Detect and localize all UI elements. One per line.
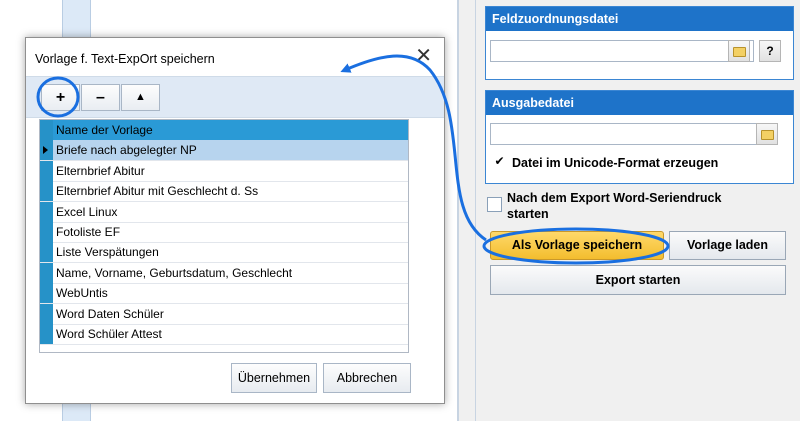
column-header-name: Name der Vorlage <box>56 123 153 137</box>
list-item-label: WebUntis <box>56 286 108 300</box>
list-item[interactable]: Liste Verspätungen <box>40 242 408 263</box>
list-item-label: Elternbrief Abitur <box>56 164 145 178</box>
row-marker <box>40 222 53 242</box>
panel-divider <box>475 0 476 421</box>
save-template-button[interactable]: Als Vorlage speichern <box>490 231 664 260</box>
mapping-file-title: Feldzuordnungsdatei <box>486 7 793 31</box>
folder-icon <box>760 130 774 140</box>
list-item[interactable]: Excel Linux <box>40 202 408 223</box>
row-pointer-icon <box>43 146 48 154</box>
add-template-button[interactable]: + <box>41 84 80 111</box>
unicode-checkbox[interactable]: ✔ <box>493 155 506 168</box>
apply-button[interactable]: Übernehmen <box>231 363 317 393</box>
template-list: Name der Vorlage Briefe nach abgelegter … <box>39 119 409 353</box>
word-merge-label-line1: Nach dem Export Word-Seriendruck <box>507 191 722 205</box>
output-browse-button[interactable] <box>756 123 778 145</box>
export-start-button[interactable]: Export starten <box>490 265 786 295</box>
row-marker <box>40 304 53 324</box>
row-marker <box>40 181 53 201</box>
row-marker <box>40 263 53 283</box>
row-marker <box>40 202 53 222</box>
list-item-label: Fotoliste EF <box>56 225 121 239</box>
load-template-button[interactable]: Vorlage laden <box>669 231 786 260</box>
list-item[interactable]: Name, Vorname, Geburtsdatum, Geschlecht <box>40 263 408 284</box>
list-item[interactable]: Word Daten Schüler <box>40 304 408 325</box>
save-template-dialog: Vorlage f. Text-ExpOrt speichern ✕ + – ▲… <box>25 37 445 404</box>
word-merge-label-line2: starten <box>507 207 549 221</box>
list-item-label: Excel Linux <box>56 205 118 219</box>
output-file-title: Ausgabedatei <box>486 91 793 115</box>
word-merge-checkbox[interactable] <box>487 197 502 212</box>
list-item[interactable]: WebUntis <box>40 283 408 304</box>
list-item[interactable]: Elternbrief Abitur <box>40 161 408 182</box>
folder-icon <box>732 47 746 57</box>
mapping-browse-button[interactable] <box>728 40 750 62</box>
remove-template-button[interactable]: – <box>81 84 120 111</box>
list-item-label: Elternbrief Abitur mit Geschlecht d. Ss <box>56 184 259 198</box>
list-item[interactable]: Briefe nach abgelegter NP <box>40 140 408 161</box>
close-icon[interactable]: ✕ <box>415 46 432 66</box>
list-header: Name der Vorlage <box>40 120 408 141</box>
list-item-label: Liste Verspätungen <box>56 245 159 259</box>
list-item-label: Briefe nach abgelegter NP <box>56 143 197 157</box>
row-marker <box>40 140 53 160</box>
list-item-label: Word Schüler Attest <box>56 327 162 341</box>
cancel-button[interactable]: Abbrechen <box>323 363 411 393</box>
row-marker <box>40 161 53 181</box>
dialog-title: Vorlage f. Text-ExpOrt speichern <box>35 52 215 66</box>
list-item-label: Word Daten Schüler <box>56 307 164 321</box>
row-marker <box>40 242 53 262</box>
row-marker <box>40 120 53 140</box>
mapping-file-input[interactable] <box>490 40 754 62</box>
row-marker <box>40 324 53 344</box>
mapping-help-button[interactable]: ? <box>759 40 781 62</box>
output-file-input[interactable] <box>490 123 776 145</box>
row-marker <box>40 283 53 303</box>
list-item[interactable]: Elternbrief Abitur mit Geschlecht d. Ss <box>40 181 408 202</box>
list-item[interactable]: Word Schüler Attest <box>40 324 408 345</box>
list-item[interactable]: Fotoliste EF <box>40 222 408 243</box>
move-up-button[interactable]: ▲ <box>121 84 160 111</box>
dialog-toolbar: + – ▲ <box>26 76 444 118</box>
list-item-label: Name, Vorname, Geburtsdatum, Geschlecht <box>56 266 293 280</box>
unicode-label: Datei im Unicode-Format erzeugen <box>512 156 719 170</box>
